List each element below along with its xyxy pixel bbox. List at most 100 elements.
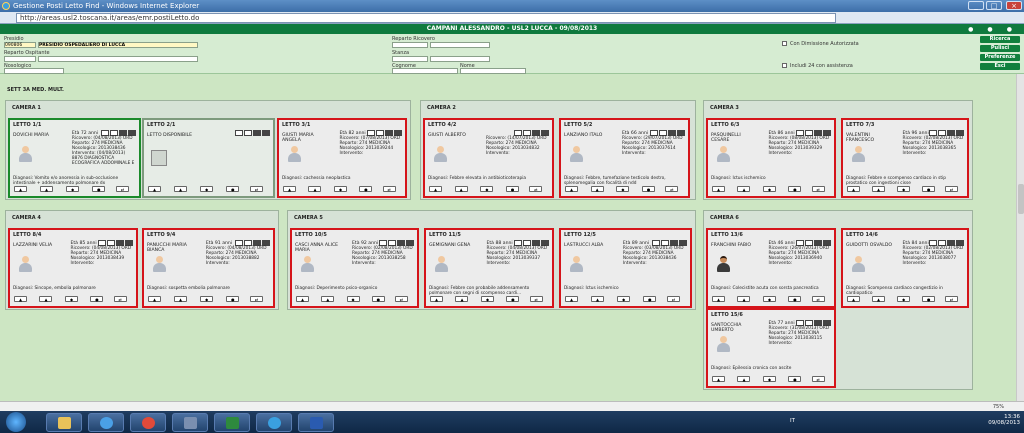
patient-action-icon[interactable]: ▲ (429, 186, 442, 192)
bed-card[interactable]: LETTO 1/1 DOVICHI MARIA Età 72 anni Rico… (8, 118, 141, 198)
bed-action-icons[interactable] (378, 231, 414, 246)
presidio-code-field[interactable]: 090806 (4, 42, 36, 48)
bulb-icon[interactable]: ● (359, 186, 373, 192)
minimize-icon[interactable]: _ (968, 1, 984, 10)
stanza-field[interactable] (430, 56, 490, 62)
taskbar-excel-button[interactable] (214, 413, 250, 432)
exam-icon[interactable]: ◆ (616, 186, 630, 192)
bed-card[interactable]: LETTO 12/5 LASTRUCCI ALBA Età 89 anni Ri… (559, 228, 692, 308)
patient-action-icon[interactable]: ▲ (565, 296, 578, 302)
patient-action-icon[interactable]: ▲ (712, 186, 725, 192)
transfer-icon[interactable]: ⇄ (529, 296, 543, 302)
exam-icon[interactable]: ◆ (617, 296, 631, 302)
info-icon[interactable]: ▲ (737, 186, 751, 192)
bed-action-icons[interactable] (795, 231, 831, 246)
bed-action-icons[interactable] (795, 311, 831, 326)
transfer-icon[interactable]: ⇄ (811, 186, 825, 192)
info-icon[interactable]: ▲ (590, 186, 604, 192)
bulb-icon[interactable]: ● (226, 186, 240, 192)
start-button[interactable] (6, 412, 26, 432)
patient-action-icon[interactable]: ▲ (847, 186, 860, 192)
transfer-icon[interactable]: ⇄ (113, 296, 127, 302)
url-field[interactable]: http://areas.usl2.toscana.it/areas/emr.p… (16, 13, 836, 23)
bulb-icon[interactable]: ● (922, 186, 936, 192)
bed-action-icons[interactable] (513, 231, 549, 246)
bed-card[interactable]: LETTO 3/1 GIUSTI MARIA ANGELA Età 82 ann… (277, 118, 407, 198)
includi-checkbox[interactable] (782, 63, 787, 68)
info-icon[interactable]: ▲ (321, 296, 335, 302)
bed-card[interactable]: LETTO 5/2 LANZIANO ITALO Età 66 anni Ric… (559, 118, 690, 198)
info-icon[interactable]: ▲ (174, 186, 188, 192)
bulb-icon[interactable]: ● (788, 376, 802, 382)
transfer-icon[interactable]: ⇄ (116, 186, 130, 192)
bulb-icon[interactable]: ● (922, 296, 936, 302)
bed-card[interactable]: LETTO 11/5 GEMIGNANI GENA Età 88 anni Ri… (424, 228, 554, 308)
bed-card[interactable]: LETTO 14/6 GUIDOTTI OSVALDO Età 84 anni … (841, 228, 969, 308)
dimissione-checkbox[interactable] (782, 41, 787, 46)
transfer-icon[interactable]: ⇄ (665, 186, 679, 192)
bulb-icon[interactable]: ● (642, 186, 656, 192)
info-icon[interactable]: ▲ (455, 296, 469, 302)
taskbar-ie2-button[interactable] (256, 413, 292, 432)
bed-action-icons[interactable] (234, 121, 270, 136)
patient-action-icon[interactable]: ▲ (148, 296, 161, 302)
ricerca-button[interactable]: Ricerca (980, 36, 1020, 43)
transfer-icon[interactable]: ⇄ (250, 296, 264, 302)
scrollbar-thumb[interactable] (1018, 184, 1024, 214)
bed-action-icons[interactable] (928, 231, 964, 246)
bed-action-icons[interactable] (651, 231, 687, 246)
bed-card[interactable]: LETTO 9/4 PANUCCHI MARIA BIANCA Età 91 a… (142, 228, 275, 308)
exam-icon[interactable]: ◆ (346, 296, 360, 302)
exam-icon[interactable]: ◆ (762, 376, 776, 382)
patient-action-icon[interactable]: ▲ (14, 186, 27, 192)
exam-icon[interactable]: ◆ (333, 186, 347, 192)
patient-action-icon[interactable]: ▲ (430, 296, 443, 302)
bed-card[interactable]: LETTO 2/1 LETTO DISPONIBILE ▲ ▲ ◆ ● ⇄ (142, 118, 275, 198)
bed-card[interactable]: LETTO 13/6 FRANCHINI FABIO Età 46 anni R… (706, 228, 836, 308)
reparto-ospitante-field[interactable] (38, 56, 198, 62)
bed-card[interactable]: LETTO 8/4 LAZZARINI VELIA Età 85 anni Ri… (8, 228, 138, 308)
taskbar-ie-button[interactable] (88, 413, 124, 432)
exam-icon[interactable]: ◆ (200, 296, 214, 302)
tray-lang[interactable]: IT (790, 418, 795, 424)
bulb-icon[interactable]: ● (371, 296, 385, 302)
stanza-code[interactable] (392, 56, 428, 62)
bulb-icon[interactable]: ● (226, 296, 240, 302)
transfer-icon[interactable]: ⇄ (811, 296, 825, 302)
bed-card[interactable]: LETTO 10/5 CASCI ANNA ALICE MARIA Età 92… (290, 228, 419, 308)
bulb-icon[interactable]: ● (92, 186, 106, 192)
bulb-icon[interactable]: ● (643, 296, 657, 302)
patient-action-icon[interactable]: ▲ (296, 296, 309, 302)
taskbar-explorer-button[interactable] (46, 413, 82, 432)
exam-icon[interactable]: ◆ (897, 186, 911, 192)
bulb-icon[interactable]: ● (506, 296, 520, 302)
patient-action-icon[interactable]: ▲ (712, 376, 725, 382)
patient-action-icon[interactable]: ▲ (148, 186, 161, 192)
preferenze-button[interactable]: Preferenze (980, 54, 1020, 61)
bed-action-icons[interactable] (100, 121, 136, 136)
transfer-icon[interactable]: ⇄ (945, 186, 959, 192)
exam-icon[interactable]: ◆ (480, 186, 494, 192)
bulb-icon[interactable]: ● (506, 186, 520, 192)
pulisci-button[interactable]: Pulisci (980, 45, 1020, 52)
bulb-icon[interactable]: ● (788, 186, 802, 192)
bulb-icon[interactable]: ● (90, 296, 104, 302)
bed-action-icons[interactable] (795, 121, 831, 136)
bulb-icon[interactable]: ● (788, 296, 802, 302)
patient-action-icon[interactable]: ▲ (283, 186, 296, 192)
transfer-icon[interactable]: ⇄ (394, 296, 408, 302)
taskbar-app-button[interactable] (172, 413, 208, 432)
exam-icon[interactable]: ◆ (480, 296, 494, 302)
exam-icon[interactable]: ◆ (762, 296, 776, 302)
esci-button[interactable]: Esci (980, 63, 1020, 70)
exam-icon[interactable]: ◆ (762, 186, 776, 192)
maximize-icon[interactable]: □ (986, 1, 1002, 10)
info-icon[interactable]: ▲ (40, 186, 54, 192)
transfer-icon[interactable]: ⇄ (250, 186, 264, 192)
exam-icon[interactable]: ◆ (200, 186, 214, 192)
info-icon[interactable]: ▲ (872, 186, 886, 192)
info-icon[interactable]: ▲ (737, 376, 751, 382)
presidio-field[interactable]: PRESIDIO OSPEDALIERO DI LUCCA (38, 42, 198, 48)
info-icon[interactable]: ▲ (454, 186, 468, 192)
vertical-scrollbar[interactable] (1016, 74, 1024, 401)
